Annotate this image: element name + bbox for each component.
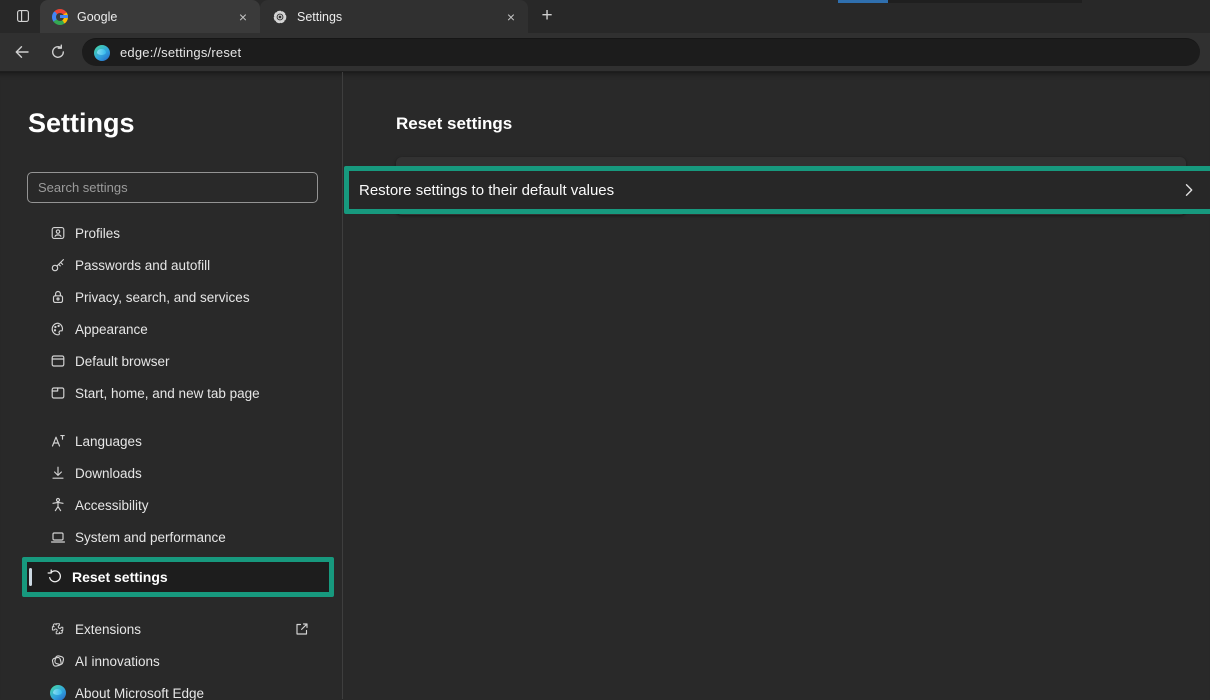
sidebar-item-label: AI innovations: [75, 654, 160, 669]
tab-actions-icon: [15, 8, 31, 24]
sidebar-item-reset-settings[interactable]: Reset settings: [27, 562, 329, 592]
sidebar-item-start-home[interactable]: Start, home, and new tab page: [16, 377, 334, 409]
settings-nav: Profiles Passwords and autofill Privacy,…: [0, 217, 342, 700]
tab-settings[interactable]: Settings ×: [260, 0, 528, 33]
sidebar-item-extensions[interactable]: Extensions: [16, 613, 334, 645]
back-button[interactable]: [8, 38, 36, 66]
palette-icon: [50, 321, 66, 337]
browser-window: Google × Settings × +: [0, 0, 1210, 700]
settings-main-pane: Reset settings Restore settings to their…: [343, 72, 1210, 699]
new-tab-page-icon: [50, 385, 66, 401]
sidebar-item-label: Start, home, and new tab page: [75, 386, 260, 401]
sidebar-item-privacy[interactable]: Privacy, search, and services: [16, 281, 334, 313]
sidebar-item-downloads[interactable]: Downloads: [16, 457, 334, 489]
sidebar-item-label: Default browser: [75, 354, 170, 369]
address-bar[interactable]: edge://settings/reset: [82, 38, 1200, 66]
page-title: Settings: [28, 108, 342, 139]
sidebar-item-label: Privacy, search, and services: [75, 290, 250, 305]
section-title: Reset settings: [396, 114, 1210, 134]
sidebar-item-system[interactable]: System and performance: [16, 521, 334, 553]
close-icon[interactable]: ×: [234, 8, 252, 26]
annotation-highlight-restore-row: Restore settings to their default values: [344, 166, 1210, 214]
sidebar-item-label: Languages: [75, 434, 142, 449]
nav-group: Languages Downloads Accessibility: [16, 425, 334, 597]
lock-icon: [50, 289, 66, 305]
tab-strip: Google × Settings × +: [0, 0, 1210, 33]
settings-page: Settings Profiles Passwords and auto: [0, 72, 1210, 699]
edge-logo-icon: [50, 685, 66, 700]
close-icon[interactable]: ×: [502, 8, 520, 26]
tab-title: Settings: [297, 10, 502, 24]
nav-group: Profiles Passwords and autofill Privacy,…: [16, 217, 334, 409]
restore-defaults-row[interactable]: Restore settings to their default values: [349, 171, 1210, 209]
external-link-icon: [294, 621, 310, 637]
profiles-icon: [50, 225, 66, 241]
sidebar-item-label: System and performance: [75, 530, 226, 545]
sidebar-item-profiles[interactable]: Profiles: [16, 217, 334, 249]
laptop-icon: [50, 529, 66, 545]
sidebar-item-label: About Microsoft Edge: [75, 686, 204, 700]
sidebar-item-label: Profiles: [75, 226, 120, 241]
edge-logo: [94, 45, 110, 61]
sidebar-item-accessibility[interactable]: Accessibility: [16, 489, 334, 521]
sidebar-item-label: Extensions: [75, 622, 141, 637]
refresh-icon: [50, 44, 66, 60]
browser-toolbar: edge://settings/reset: [0, 33, 1210, 72]
sidebar-item-label: Downloads: [75, 466, 142, 481]
blue-strip-artifact: [838, 0, 888, 3]
tab-title: Google: [77, 10, 234, 24]
back-icon: [14, 44, 30, 60]
puzzle-icon: [50, 621, 66, 637]
settings-sidebar: Settings Profiles Passwords and auto: [0, 72, 343, 699]
sidebar-item-label: Reset settings: [72, 569, 168, 585]
accessibility-icon: [50, 497, 66, 513]
translate-icon: [50, 433, 66, 449]
annotation-highlight-reset-settings: Reset settings: [22, 557, 334, 597]
reset-icon: [47, 569, 63, 585]
selected-indicator: [29, 568, 32, 586]
chevron-right-icon: [1181, 182, 1197, 198]
sidebar-item-default-browser[interactable]: Default browser: [16, 345, 334, 377]
sidebar-item-about-edge[interactable]: About Microsoft Edge: [16, 677, 334, 700]
new-tab-button[interactable]: +: [534, 3, 560, 29]
tab-google[interactable]: Google ×: [40, 0, 260, 33]
sidebar-item-passwords[interactable]: Passwords and autofill: [16, 249, 334, 281]
nav-group: Extensions AI innovations: [16, 613, 334, 700]
sidebar-item-ai-innovations[interactable]: AI innovations: [16, 645, 334, 677]
search-input[interactable]: [27, 172, 318, 203]
copilot-icon: [50, 653, 66, 669]
gear-icon: [272, 9, 288, 25]
google-logo: [52, 9, 68, 25]
download-icon: [50, 465, 66, 481]
tab-actions-button[interactable]: [10, 3, 36, 29]
sidebar-item-languages[interactable]: Languages: [16, 425, 334, 457]
browser-window-icon: [50, 353, 66, 369]
restore-defaults-label: Restore settings to their default values: [359, 182, 1181, 199]
key-icon: [50, 257, 66, 273]
refresh-button[interactable]: [44, 38, 72, 66]
sidebar-item-label: Accessibility: [75, 498, 149, 513]
sidebar-item-appearance[interactable]: Appearance: [16, 313, 334, 345]
sidebar-item-label: Appearance: [75, 322, 148, 337]
sidebar-item-label: Passwords and autofill: [75, 258, 210, 273]
url-text: edge://settings/reset: [120, 45, 241, 60]
